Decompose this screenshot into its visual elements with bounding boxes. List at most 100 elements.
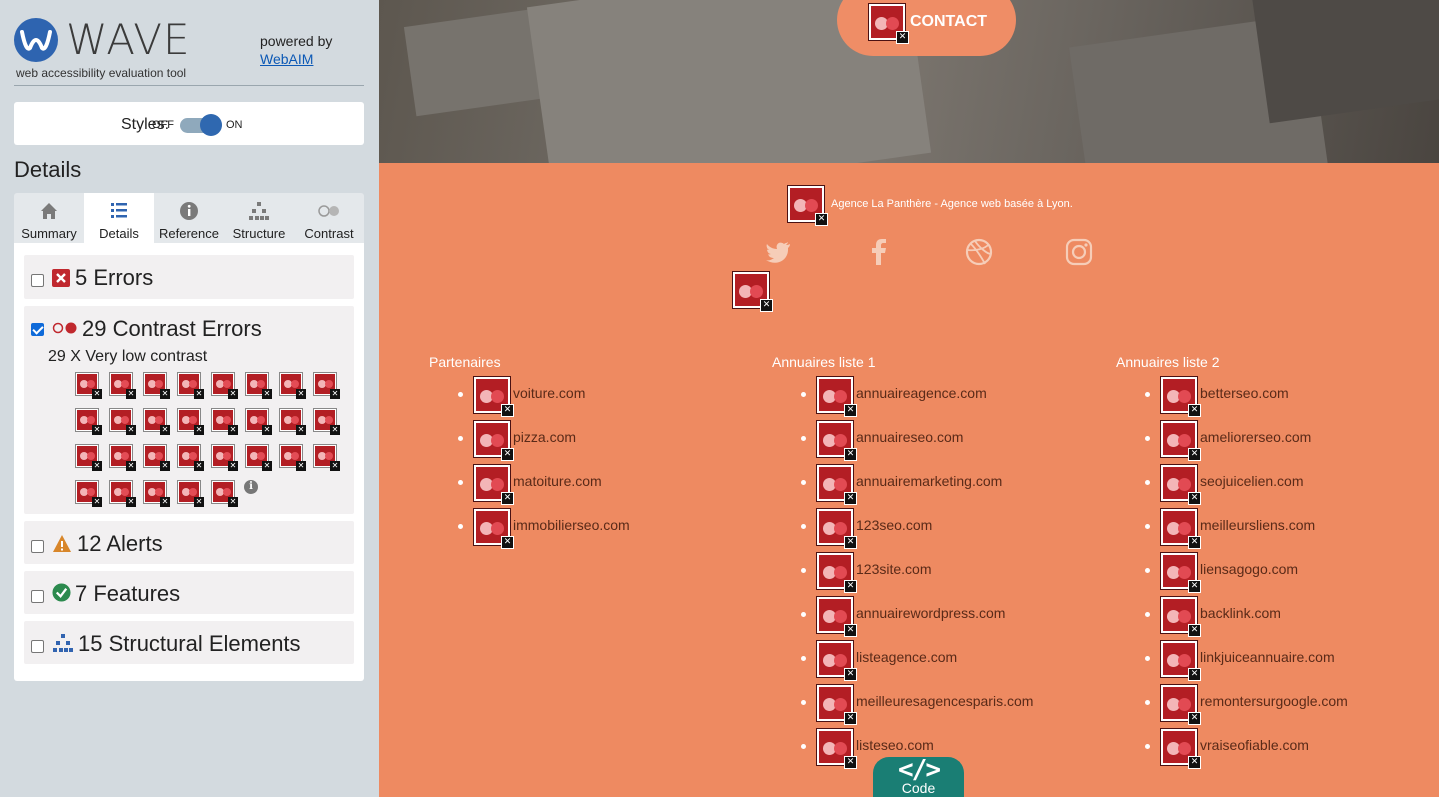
contrast-error-mini-icon[interactable]: ✕	[178, 481, 204, 507]
contrast-error-marker-icon[interactable]: ✕	[474, 421, 514, 461]
contrast-error-marker-icon[interactable]: ✕	[1161, 729, 1201, 769]
contrast-error-mini-icon[interactable]: ✕	[280, 445, 306, 471]
contrast-error-mini-icon[interactable]: ✕	[280, 409, 306, 435]
footer-link[interactable]: immobilierseo.com	[513, 517, 630, 533]
contrast-error-marker-icon[interactable]: ✕	[817, 377, 857, 417]
contrast-error-mini-icon[interactable]: ✕	[110, 373, 136, 399]
webaim-link[interactable]: WebAIM	[260, 50, 332, 68]
footer-link[interactable]: backlink.com	[1200, 605, 1281, 621]
tab-contrast[interactable]: Contrast	[294, 193, 364, 243]
contrast-error-mini-icon[interactable]: ✕	[280, 373, 306, 399]
contrast-error-marker-icon[interactable]: ✕	[817, 421, 857, 461]
contrast-error-mini-icon[interactable]: ✕	[110, 481, 136, 507]
contrast-error-mini-icon[interactable]: ✕	[212, 409, 238, 435]
contrast-error-mini-icon[interactable]: ✕	[178, 373, 204, 399]
contrast-error-mini-icon[interactable]: ✕	[314, 373, 340, 399]
contrast-error-marker-icon[interactable]: ✕	[869, 4, 909, 44]
contrast-error-marker-icon[interactable]: ✕	[474, 509, 514, 549]
contrast-error-marker-icon[interactable]: ✕	[817, 597, 857, 637]
contrast-error-mini-icon[interactable]: ✕	[178, 445, 204, 471]
tab-summary[interactable]: Summary	[14, 193, 84, 243]
footer-link[interactable]: liensagogo.com	[1200, 561, 1298, 577]
footer-link[interactable]: pizza.com	[513, 429, 576, 445]
footer-link[interactable]: annuairemarketing.com	[856, 473, 1002, 489]
twitter-icon[interactable]	[764, 238, 792, 266]
contrast-error-mini-icon[interactable]: ✕	[76, 445, 102, 471]
footer-link[interactable]: annuaireagence.com	[856, 385, 987, 401]
features-checkbox[interactable]	[31, 590, 44, 603]
footer-link[interactable]: matoiture.com	[513, 473, 602, 489]
tab-details[interactable]: Details	[84, 193, 154, 243]
dribbble-icon[interactable]	[965, 238, 993, 266]
contrast-error-marker-icon[interactable]: ✕	[1161, 377, 1201, 417]
contrast-error-marker-icon[interactable]: ✕	[1161, 421, 1201, 461]
contrast-icon	[318, 205, 339, 217]
contrast-error-mini-icon[interactable]: ✕	[110, 445, 136, 471]
contrast-error-mini-icon[interactable]: ✕	[144, 481, 170, 507]
contrast-error-mini-icon[interactable]: ✕	[144, 445, 170, 471]
contrast-error-marker-icon[interactable]: ✕	[1161, 509, 1201, 549]
code-toggle-button[interactable]: </> Code	[873, 755, 964, 797]
info-icon[interactable]: i	[244, 480, 258, 494]
list-bullet	[1145, 392, 1150, 397]
alerts-checkbox[interactable]	[31, 540, 44, 553]
list-bullet	[801, 524, 806, 529]
contrast-error-marker-icon[interactable]: ✕	[1161, 685, 1201, 725]
contrast-errors-checkbox[interactable]	[31, 323, 44, 336]
footer-link[interactable]: seojuicelien.com	[1200, 473, 1304, 489]
tab-structure[interactable]: Structure	[224, 193, 294, 243]
contrast-error-mini-icon[interactable]: ✕	[314, 409, 340, 435]
contrast-error-mini-icon[interactable]: ✕	[76, 373, 102, 399]
contrast-error-marker-icon[interactable]: ✕	[817, 553, 857, 593]
footer-link[interactable]: 123seo.com	[856, 517, 932, 533]
contrast-error-marker-icon[interactable]: ✕	[1161, 641, 1201, 681]
contrast-error-mini-icon[interactable]: ✕	[144, 409, 170, 435]
contrast-error-mini-icon[interactable]: ✕	[212, 373, 238, 399]
contrast-error-marker-icon[interactable]: ✕	[817, 729, 857, 769]
contrast-error-marker-icon[interactable]: ✕	[474, 465, 514, 505]
contrast-error-marker-icon[interactable]: ✕	[474, 377, 514, 417]
list-icon	[111, 203, 127, 218]
footer-link[interactable]: annuaireseo.com	[856, 429, 963, 445]
contrast-error-mini-icon[interactable]: ✕	[212, 445, 238, 471]
footer-link[interactable]: betterseo.com	[1200, 385, 1289, 401]
contrast-error-marker-icon[interactable]: ✕	[788, 186, 828, 226]
facebook-icon[interactable]	[865, 238, 893, 266]
footer-link[interactable]: vraiseofiable.com	[1200, 737, 1309, 753]
footer-link[interactable]: voiture.com	[513, 385, 585, 401]
footer-link[interactable]: annuairewordpress.com	[856, 605, 1005, 621]
contrast-error-mini-icon[interactable]: ✕	[110, 409, 136, 435]
contrast-error-mini-icon[interactable]: ✕	[246, 373, 272, 399]
tab-reference[interactable]: Reference	[154, 193, 224, 243]
contrast-error-marker-icon[interactable]: ✕	[817, 641, 857, 681]
contrast-error-mini-icon[interactable]: ✕	[76, 409, 102, 435]
instagram-icon[interactable]	[1065, 238, 1093, 266]
footer-link[interactable]: remontersurgoogle.com	[1200, 693, 1348, 709]
contrast-error-marker-icon[interactable]: ✕	[733, 272, 773, 312]
footer-link[interactable]: ameliorerseo.com	[1200, 429, 1311, 445]
contrast-error-mini-icon[interactable]: ✕	[314, 445, 340, 471]
contrast-error-mini-icon[interactable]: ✕	[178, 409, 204, 435]
list-bullet	[458, 524, 463, 529]
structural-checkbox[interactable]	[31, 640, 44, 653]
footer-link[interactable]: meilleursliens.com	[1200, 517, 1315, 533]
contrast-error-mini-icon[interactable]: ✕	[212, 481, 238, 507]
contrast-error-marker-icon[interactable]: ✕	[1161, 597, 1201, 637]
styles-toggle-knob[interactable]	[200, 114, 222, 136]
contrast-error-marker-icon[interactable]: ✕	[817, 509, 857, 549]
contrast-error-mini-icon[interactable]: ✕	[76, 481, 102, 507]
contrast-error-marker-icon[interactable]: ✕	[817, 465, 857, 505]
category-structural: 15 Structural Elements	[24, 621, 354, 664]
contrast-error-marker-icon[interactable]: ✕	[817, 685, 857, 725]
footer-link[interactable]: 123site.com	[856, 561, 931, 577]
contrast-error-marker-icon[interactable]: ✕	[1161, 465, 1201, 505]
contrast-error-mini-icon[interactable]: ✕	[144, 373, 170, 399]
contrast-error-mini-icon[interactable]: ✕	[246, 409, 272, 435]
footer-link[interactable]: meilleuresagencesparis.com	[856, 693, 1033, 709]
footer-link[interactable]: linkjuiceannuaire.com	[1200, 649, 1335, 665]
contrast-error-mini-icon[interactable]: ✕	[246, 445, 272, 471]
errors-checkbox[interactable]	[31, 274, 44, 287]
footer-link[interactable]: listeagence.com	[856, 649, 957, 665]
contrast-error-marker-icon[interactable]: ✕	[1161, 553, 1201, 593]
footer-link[interactable]: listeseo.com	[856, 737, 934, 753]
